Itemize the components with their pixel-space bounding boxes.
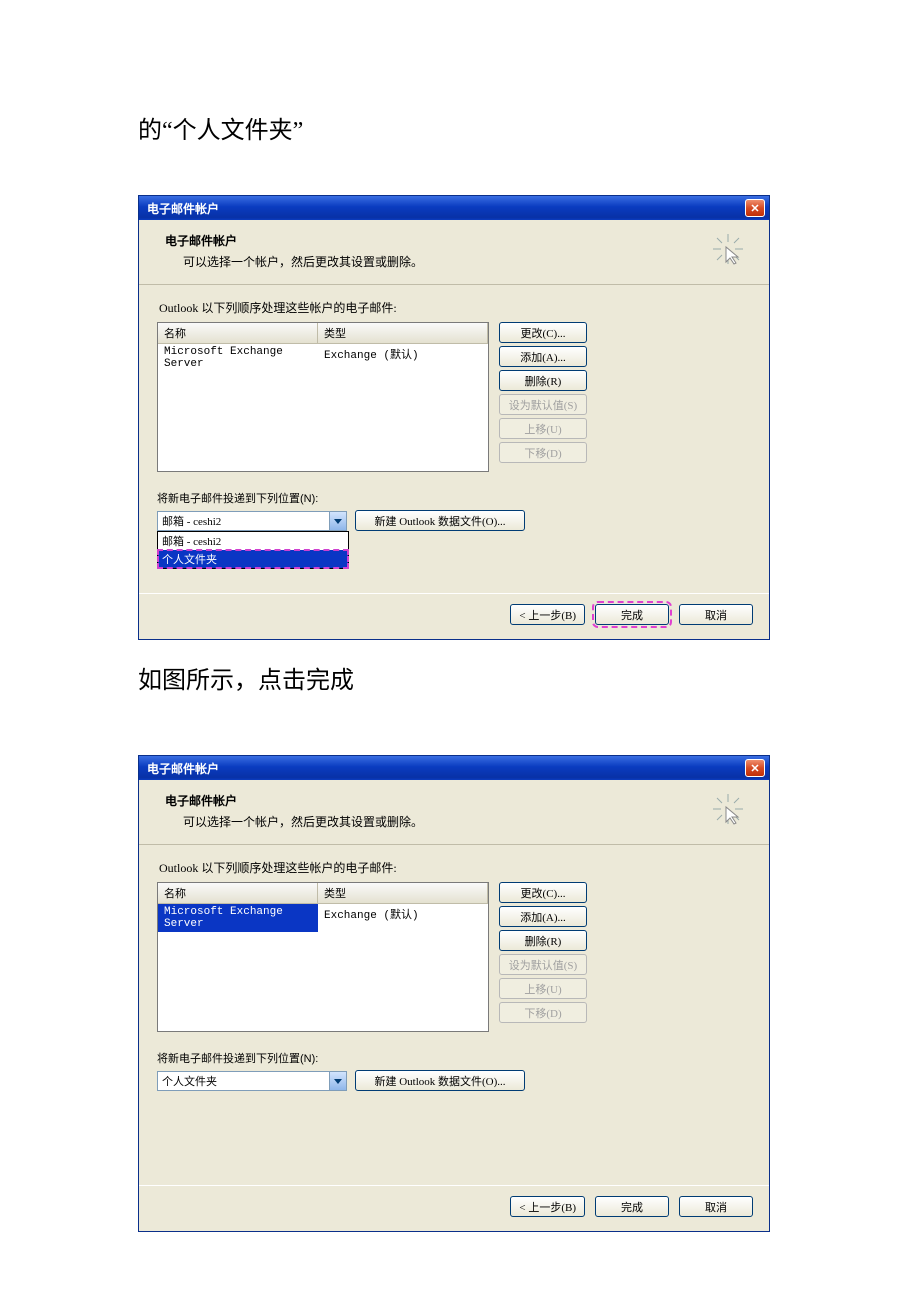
finish-button[interactable]: 完成	[595, 1196, 669, 1217]
change-button[interactable]: 更改(C)...	[499, 322, 587, 343]
accounts-instruction: Outlook 以下列顺序处理这些帐户的电子邮件:	[159, 859, 751, 876]
set-default-button: 设为默认值(S)	[499, 954, 587, 975]
cell-name: Microsoft Exchange Server	[158, 904, 318, 932]
close-icon[interactable]: ✕	[745, 199, 765, 217]
add-button[interactable]: 添加(A)...	[499, 346, 587, 367]
window-title: 电子邮件帐户	[147, 200, 219, 217]
close-icon[interactable]: ✕	[745, 759, 765, 777]
table-row[interactable]: Microsoft Exchange Server Exchange (默认)	[158, 904, 488, 932]
back-button[interactable]: 上一步(B)	[510, 1196, 585, 1217]
deliver-location-combo[interactable]: 邮箱 - ceshi2 邮箱 - ceshi2 个人文件夹	[157, 511, 347, 531]
cancel-button[interactable]: 取消	[679, 1196, 753, 1217]
header-title: 电子邮件帐户	[165, 232, 423, 249]
combo-value: 邮箱 - ceshi2	[162, 513, 221, 529]
header-title: 电子邮件帐户	[165, 792, 423, 809]
doc-caption-top: 的“个人文件夹”	[138, 110, 920, 145]
chevron-down-icon[interactable]	[329, 512, 346, 530]
move-up-button: 上移(U)	[499, 418, 587, 439]
cell-name: Microsoft Exchange Server	[158, 344, 318, 372]
th-type[interactable]: 类型	[318, 323, 488, 343]
cell-type: Exchange (默认)	[318, 344, 488, 372]
deliver-location-combo[interactable]: 个人文件夹	[157, 1071, 347, 1091]
move-down-button: 下移(D)	[499, 1002, 587, 1023]
new-data-file-button[interactable]: 新建 Outlook 数据文件(O)...	[355, 1070, 525, 1091]
header-subtitle: 可以选择一个帐户，然后更改其设置或删除。	[183, 813, 423, 830]
set-default-button: 设为默认值(S)	[499, 394, 587, 415]
cancel-button[interactable]: 取消	[679, 604, 753, 625]
finish-button[interactable]: 完成	[595, 604, 669, 625]
dialog-header: 电子邮件帐户 可以选择一个帐户，然后更改其设置或删除。	[139, 780, 769, 845]
titlebar: 电子邮件帐户 ✕	[139, 196, 769, 220]
combo-dropdown[interactable]: 邮箱 - ceshi2 个人文件夹	[157, 531, 349, 569]
cursor-click-icon	[711, 232, 745, 266]
window-title: 电子邮件帐户	[147, 760, 219, 777]
dialog-header: 电子邮件帐户 可以选择一个帐户，然后更改其设置或删除。	[139, 220, 769, 285]
remove-button[interactable]: 删除(R)	[499, 930, 587, 951]
cursor-click-icon	[711, 792, 745, 826]
header-subtitle: 可以选择一个帐户，然后更改其设置或删除。	[183, 253, 423, 270]
cell-type: Exchange (默认)	[318, 904, 488, 932]
table-row[interactable]: Microsoft Exchange Server Exchange (默认)	[158, 344, 488, 372]
deliver-label: 将新电子邮件投递到下列位置(N):	[157, 490, 751, 506]
th-type[interactable]: 类型	[318, 883, 488, 903]
dropdown-item-personal-folder[interactable]: 个人文件夹	[158, 550, 348, 568]
add-button[interactable]: 添加(A)...	[499, 906, 587, 927]
combo-value: 个人文件夹	[162, 1073, 217, 1089]
move-up-button: 上移(U)	[499, 978, 587, 999]
email-accounts-dialog-1: 电子邮件帐户 ✕ 电子邮件帐户 可以选择一个帐户，然后更改其设置或删除。 Out…	[138, 195, 770, 640]
accounts-table[interactable]: 名称 类型 Microsoft Exchange Server Exchange…	[157, 322, 489, 472]
new-data-file-button[interactable]: 新建 Outlook 数据文件(O)...	[355, 510, 525, 531]
th-name[interactable]: 名称	[158, 323, 318, 343]
doc-caption-mid: 如图所示，点击完成	[138, 660, 920, 695]
accounts-instruction: Outlook 以下列顺序处理这些帐户的电子邮件:	[159, 299, 751, 316]
chevron-down-icon[interactable]	[329, 1072, 346, 1090]
titlebar: 电子邮件帐户 ✕	[139, 756, 769, 780]
accounts-table[interactable]: 名称 类型 Microsoft Exchange Server Exchange…	[157, 882, 489, 1032]
move-down-button: 下移(D)	[499, 442, 587, 463]
change-button[interactable]: 更改(C)...	[499, 882, 587, 903]
back-button[interactable]: 上一步(B)	[510, 604, 585, 625]
th-name[interactable]: 名称	[158, 883, 318, 903]
remove-button[interactable]: 删除(R)	[499, 370, 587, 391]
email-accounts-dialog-2: 电子邮件帐户 ✕ 电子邮件帐户 可以选择一个帐户，然后更改其设置或删除。 Out…	[138, 755, 770, 1232]
dropdown-item-mailbox[interactable]: 邮箱 - ceshi2	[158, 532, 348, 550]
deliver-label: 将新电子邮件投递到下列位置(N):	[157, 1050, 751, 1066]
